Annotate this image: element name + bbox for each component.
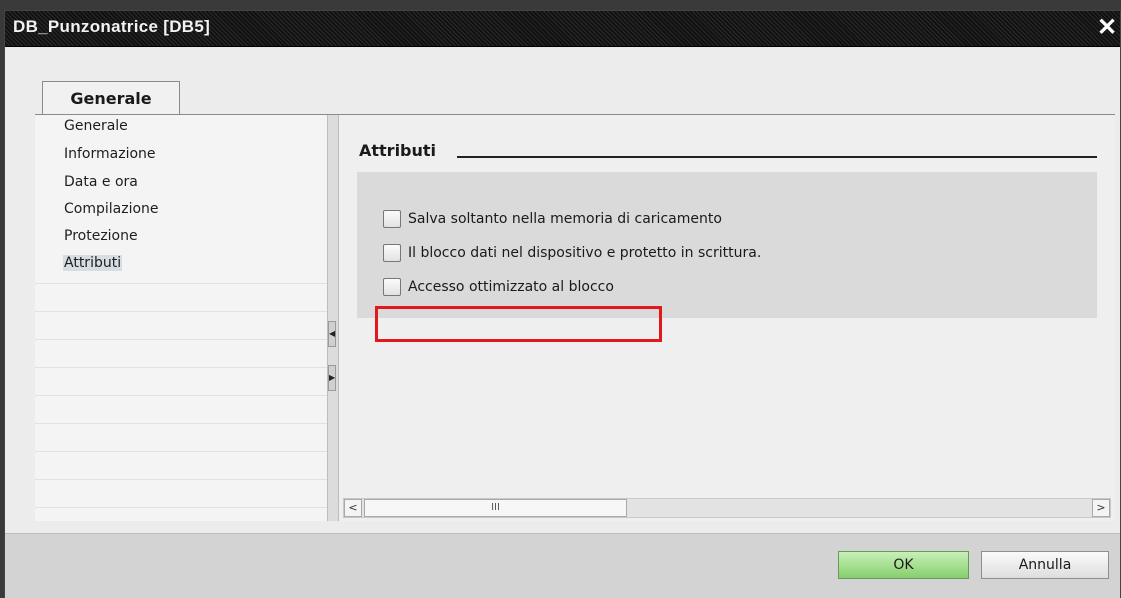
sidebar-item-data-e-ora[interactable]: Data e ora bbox=[63, 174, 139, 190]
sidebar-item-generale[interactable]: Generale bbox=[63, 118, 129, 134]
nav-gridline bbox=[35, 339, 327, 340]
dialog-content: Generale Generale Informazione Data e or… bbox=[5, 48, 1120, 533]
title-bar[interactable]: DB_Punzonatrice [DB5] ✕ bbox=[5, 11, 1120, 47]
checkbox[interactable] bbox=[383, 244, 401, 262]
attributes-panel: Attributi Salva soltanto nella memoria d… bbox=[339, 115, 1115, 521]
nav-gridline bbox=[35, 423, 327, 424]
option-label: Accesso ottimizzato al blocco bbox=[408, 279, 614, 295]
dialog-window: DB_Punzonatrice [DB5] ✕ Generale General… bbox=[4, 10, 1121, 598]
panel-splitter[interactable]: ◀ ▶ bbox=[327, 115, 339, 521]
scroll-left-icon[interactable]: < bbox=[344, 499, 362, 517]
tab-generale[interactable]: Generale bbox=[42, 81, 180, 115]
sidebar-item-attributi[interactable]: Attributi bbox=[63, 255, 123, 271]
option-load-memory-only[interactable]: Salva soltanto nella memoria di caricame… bbox=[383, 210, 722, 228]
horizontal-scrollbar[interactable]: < III > bbox=[343, 498, 1111, 518]
checkbox[interactable] bbox=[383, 278, 401, 296]
attributes-group: Salva soltanto nella memoria di caricame… bbox=[357, 172, 1097, 318]
expand-right-icon[interactable]: ▶ bbox=[328, 365, 336, 391]
nav-gridline bbox=[35, 311, 327, 312]
sidebar-item-compilazione[interactable]: Compilazione bbox=[63, 201, 160, 217]
section-rule bbox=[457, 156, 1097, 158]
option-optimized-access[interactable]: Accesso ottimizzato al blocco bbox=[383, 278, 614, 296]
checkbox[interactable] bbox=[383, 210, 401, 228]
option-label: Salva soltanto nella memoria di caricame… bbox=[408, 211, 722, 227]
sidebar-item-informazione[interactable]: Informazione bbox=[63, 146, 157, 162]
section-title: Attributi bbox=[359, 141, 437, 160]
nav-gridline bbox=[35, 395, 327, 396]
scroll-thumb[interactable]: III bbox=[364, 499, 627, 517]
dialog-footer: OK Annulla bbox=[5, 533, 1120, 598]
close-icon[interactable]: ✕ bbox=[1096, 15, 1118, 41]
nav-gridline bbox=[35, 507, 327, 508]
option-label: Il blocco dati nel dispositivo e protett… bbox=[408, 245, 762, 261]
collapse-left-icon[interactable]: ◀ bbox=[328, 321, 336, 347]
ok-button[interactable]: OK bbox=[838, 551, 969, 579]
nav-gridline bbox=[35, 479, 327, 480]
option-write-protected[interactable]: Il blocco dati nel dispositivo e protett… bbox=[383, 244, 761, 262]
highlight-frame bbox=[375, 306, 662, 342]
nav-gridline bbox=[35, 283, 327, 284]
cancel-button[interactable]: Annulla bbox=[981, 551, 1109, 579]
sidebar-item-protezione[interactable]: Protezione bbox=[63, 228, 139, 244]
window-title: DB_Punzonatrice [DB5] bbox=[13, 17, 211, 36]
nav-gridline bbox=[35, 451, 327, 452]
nav-gridline bbox=[35, 367, 327, 368]
sidebar-nav: Generale Informazione Data e ora Compila… bbox=[35, 115, 327, 521]
scroll-right-icon[interactable]: > bbox=[1092, 499, 1110, 517]
